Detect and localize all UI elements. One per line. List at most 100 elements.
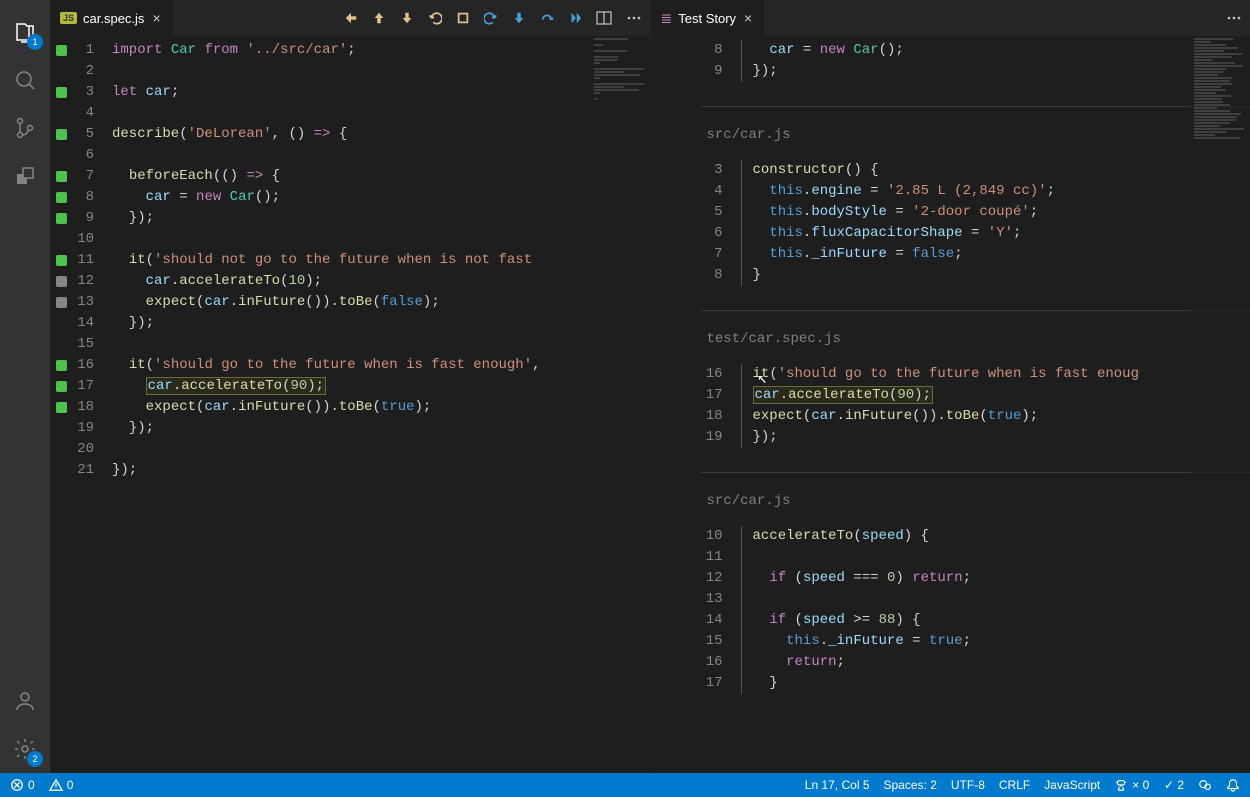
editor-right: ≣ Test Story × ↖ 8 car = new Car();9});s… <box>651 0 1250 773</box>
coverage-marker[interactable] <box>56 87 67 98</box>
main-area: 1 2 JS car.spec.js × <box>0 0 1250 773</box>
status-eol[interactable]: CRLF <box>999 778 1030 792</box>
code-line[interactable]: expect(car.inFuture()).toBe(true); <box>112 397 650 418</box>
split-editor-icon[interactable] <box>596 10 612 26</box>
story-row[interactable]: 6 this.fluxCapacitorShape = 'Y'; <box>701 223 1250 244</box>
stop-icon[interactable] <box>456 11 470 25</box>
story-row[interactable]: 12 if (speed === 0) return; <box>701 568 1250 589</box>
status-bar: 0 0 Ln 17, Col 5 Spaces: 2 UTF-8 CRLF Ja… <box>0 773 1250 797</box>
coverage-marker[interactable] <box>56 255 67 266</box>
story-row[interactable]: 16it('should go to the future when is fa… <box>701 364 1250 385</box>
tab-bar-left: JS car.spec.js × <box>50 0 650 36</box>
source-control-icon[interactable] <box>1 104 49 152</box>
code-line[interactable]: car.accelerateTo(10); <box>112 271 650 292</box>
story-row[interactable]: 8 car = new Car(); <box>701 40 1250 61</box>
editor-body-left[interactable]: 123456789101112131415161718192021 import… <box>50 36 650 773</box>
code-line[interactable]: car.accelerateTo(90); <box>112 376 650 397</box>
continue-icon[interactable] <box>568 11 582 25</box>
story-row[interactable]: 16 return; <box>701 652 1250 673</box>
tab-label: car.spec.js <box>83 11 144 26</box>
list-icon: ≣ <box>661 10 673 27</box>
story-row[interactable]: 18expect(car.inFuture()).toBe(true); <box>701 406 1250 427</box>
story-body[interactable]: ↖ 8 car = new Car();9});src/car.js3const… <box>651 36 1250 773</box>
code-line[interactable]: }); <box>112 313 650 334</box>
step-back-icon[interactable] <box>344 11 358 25</box>
code-line[interactable] <box>112 229 650 250</box>
search-icon[interactable] <box>1 56 49 104</box>
code-line[interactable]: }); <box>112 208 650 229</box>
story-row[interactable]: 11 <box>701 547 1250 568</box>
more-icon[interactable] <box>1226 10 1242 26</box>
status-errors[interactable]: 0 <box>10 778 35 792</box>
step-into-icon[interactable] <box>512 11 526 25</box>
status-spaces[interactable]: Spaces: 2 <box>884 778 937 792</box>
story-row[interactable]: 17car.accelerateTo(90); <box>701 385 1250 406</box>
coverage-marker[interactable] <box>56 297 67 308</box>
story-row[interactable]: 13 <box>701 589 1250 610</box>
editor-left: JS car.spec.js × <box>50 0 651 773</box>
story-row[interactable]: 4 this.engine = '2.85 L (2,849 cc)'; <box>701 181 1250 202</box>
story-row[interactable]: 10accelerateTo(speed) { <box>701 526 1250 547</box>
story-row[interactable]: 3constructor() { <box>701 160 1250 181</box>
status-feedback-icon[interactable] <box>1198 778 1212 792</box>
status-tests[interactable]: × 0 ✓ 2 <box>1114 778 1184 792</box>
tab-test-story[interactable]: ≣ Test Story × <box>651 0 766 36</box>
step-over-icon[interactable] <box>540 11 554 25</box>
story-row[interactable]: 8} <box>701 265 1250 286</box>
coverage-marker[interactable] <box>56 129 67 140</box>
arrow-down-icon[interactable] <box>400 11 414 25</box>
status-position[interactable]: Ln 17, Col 5 <box>805 778 870 792</box>
close-icon[interactable]: × <box>742 10 754 26</box>
more-icon[interactable] <box>626 10 642 26</box>
minimap-left[interactable] <box>590 36 650 773</box>
undo-icon[interactable] <box>428 11 442 25</box>
code-line[interactable] <box>112 439 650 460</box>
editors: JS car.spec.js × <box>50 0 1250 773</box>
coverage-marker[interactable] <box>56 360 67 371</box>
status-warnings[interactable]: 0 <box>49 778 74 792</box>
tab-car-spec[interactable]: JS car.spec.js × <box>50 0 174 36</box>
code-line[interactable] <box>112 334 650 355</box>
coverage-marker[interactable] <box>56 45 67 56</box>
code-line[interactable] <box>112 103 650 124</box>
story-row[interactable]: 15 this._inFuture = true; <box>701 631 1250 652</box>
story-row[interactable]: 17 } <box>701 673 1250 694</box>
minimap-right[interactable] <box>1190 36 1250 773</box>
settings-icon[interactable]: 2 <box>1 725 49 773</box>
tab-label: Test Story <box>678 11 736 26</box>
code-line[interactable]: }); <box>112 460 650 481</box>
coverage-marker[interactable] <box>56 276 67 287</box>
arrow-up-icon[interactable] <box>372 11 386 25</box>
activity-bar: 1 2 <box>0 0 50 773</box>
code-line[interactable] <box>112 61 650 82</box>
coverage-marker[interactable] <box>56 171 67 182</box>
code-line[interactable]: it('should go to the future when is fast… <box>112 355 650 376</box>
code-line[interactable]: }); <box>112 418 650 439</box>
story-row[interactable]: 5 this.bodyStyle = '2-door coupé'; <box>701 202 1250 223</box>
coverage-marker[interactable] <box>56 381 67 392</box>
story-row[interactable]: 7 this._inFuture = false; <box>701 244 1250 265</box>
tab-actions-left <box>344 10 642 26</box>
code-line[interactable]: it('should not go to the future when is … <box>112 250 650 271</box>
account-icon[interactable] <box>1 677 49 725</box>
coverage-marker[interactable] <box>56 402 67 413</box>
status-bell-icon[interactable] <box>1226 778 1240 792</box>
story-row[interactable]: 14 if (speed >= 88) { <box>701 610 1250 631</box>
code-line[interactable]: car = new Car(); <box>112 187 650 208</box>
story-row[interactable]: 9}); <box>701 61 1250 82</box>
coverage-marker[interactable] <box>56 213 67 224</box>
code-line[interactable]: import Car from '../src/car'; <box>112 40 650 61</box>
coverage-marker[interactable] <box>56 192 67 203</box>
explorer-icon[interactable]: 1 <box>1 8 49 56</box>
test-story-icon[interactable] <box>1 152 49 200</box>
close-icon[interactable]: × <box>150 10 162 26</box>
code-line[interactable]: expect(car.inFuture()).toBe(false); <box>112 292 650 313</box>
story-row[interactable]: 19}); <box>701 427 1250 448</box>
code-line[interactable]: let car; <box>112 82 650 103</box>
code-line[interactable]: describe('DeLorean', () => { <box>112 124 650 145</box>
code-line[interactable] <box>112 145 650 166</box>
redo-icon[interactable] <box>484 11 498 25</box>
code-line[interactable]: beforeEach(() => { <box>112 166 650 187</box>
status-language[interactable]: JavaScript <box>1044 778 1100 792</box>
status-encoding[interactable]: UTF-8 <box>951 778 985 792</box>
